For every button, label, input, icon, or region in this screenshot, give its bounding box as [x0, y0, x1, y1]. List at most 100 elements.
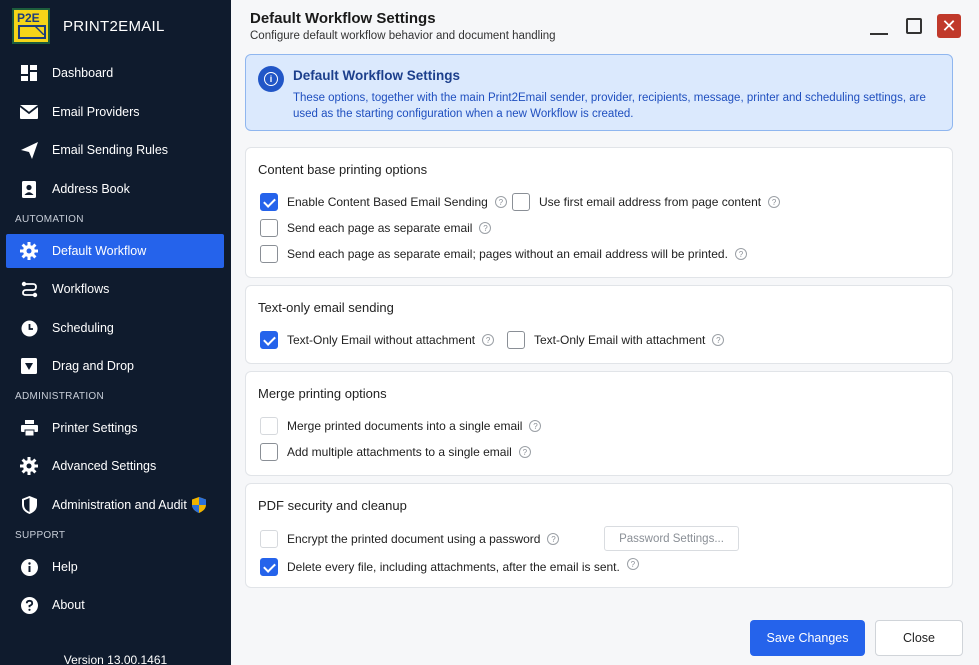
multiple-attachments-checkbox[interactable] — [260, 443, 278, 461]
option-label: Encrypt the printed document using a pas… — [287, 532, 541, 546]
help-icon[interactable]: ? — [479, 222, 492, 234]
maximize-button[interactable] — [902, 14, 926, 38]
info-banner-text: These options, together with the main Pr… — [293, 92, 926, 120]
page-subtitle: Configure default workflow behavior and … — [250, 30, 556, 42]
section-support: SUPPORT — [15, 530, 66, 541]
sidebar-item-label: Default Workflow — [52, 244, 147, 258]
sidebar-item-printer-settings[interactable]: Printer Settings — [6, 411, 224, 445]
delete-files-option[interactable]: Delete every file, including attachments… — [260, 558, 639, 576]
section-administration: ADMINISTRATION — [15, 391, 105, 402]
sidebar-item-help[interactable]: Help — [6, 550, 224, 584]
each-page-option[interactable]: Send each page as separate email ? — [260, 219, 492, 237]
minimize-icon — [870, 33, 888, 35]
option-label: Text-Only Email without attachment — [287, 333, 476, 347]
help-icon[interactable]: ? — [712, 334, 725, 346]
sidebar-item-label: Advanced Settings — [52, 459, 157, 473]
close-icon: ✕ — [941, 16, 957, 36]
maximize-icon — [906, 18, 922, 34]
sidebar-item-dashboard[interactable]: Dashboard — [6, 56, 224, 90]
sidebar-item-email-sending-rules[interactable]: Email Sending Rules — [6, 133, 224, 167]
page-title: Default Workflow Settings — [250, 10, 436, 27]
sidebar-item-email-providers[interactable]: Email Providers — [6, 95, 224, 129]
encrypt-checkbox[interactable] — [260, 530, 278, 548]
info-icon — [20, 558, 38, 576]
info-banner-title: Default Workflow Settings — [293, 68, 461, 83]
text-only-without-attachment-checkbox[interactable] — [260, 331, 278, 349]
card-title: Merge printing options — [258, 386, 387, 401]
each-page-checkbox[interactable] — [260, 219, 278, 237]
close-button[interactable]: Close — [875, 620, 963, 656]
each-page-print-checkbox[interactable] — [260, 245, 278, 263]
option-label: Merge printed documents into a single em… — [287, 419, 523, 433]
each-page-print-option[interactable]: Send each page as separate email; pages … — [260, 245, 747, 263]
content-printing-card: Content base printing options Enable Con… — [245, 147, 953, 278]
sidebar-item-label: Dashboard — [52, 66, 114, 80]
pdf-security-card: PDF security and cleanup Encrypt the pri… — [245, 483, 953, 588]
password-settings-button[interactable]: Password Settings... — [604, 526, 739, 551]
card-title: Content base printing options — [258, 162, 428, 177]
sidebar-item-label: Scheduling — [52, 321, 114, 335]
option-label: Enable Content Based Email Sending — [287, 195, 488, 209]
gear-icon — [20, 242, 38, 260]
text-only-with-attachment-option[interactable]: Text-Only Email with attachment ? — [507, 331, 725, 349]
question-icon — [20, 596, 38, 614]
sidebar-item-label: Printer Settings — [52, 421, 138, 435]
enable-content-option[interactable]: Enable Content Based Email Sending ? — [260, 193, 507, 211]
workflow-icon — [20, 280, 38, 298]
encrypt-option[interactable]: Encrypt the printed document using a pas… — [260, 530, 560, 548]
help-icon[interactable]: ? — [494, 196, 507, 208]
delete-files-checkbox[interactable] — [260, 558, 278, 576]
sidebar-item-drag-and-drop[interactable]: Drag and Drop — [6, 349, 224, 383]
option-label: Send each page as separate email — [287, 221, 473, 235]
printer-icon — [20, 419, 38, 437]
sidebar-item-workflows[interactable]: Workflows — [6, 272, 224, 306]
sidebar-item-label: Email Providers — [52, 105, 140, 119]
dashboard-icon — [20, 64, 38, 82]
section-automation: AUTOMATION — [15, 214, 84, 225]
info-icon: i — [258, 66, 284, 92]
help-icon[interactable]: ? — [547, 533, 560, 545]
merge-printing-card: Merge printing options Merge printed doc… — [245, 371, 953, 476]
contact-book-icon — [20, 180, 38, 198]
sidebar-item-label: About — [52, 598, 85, 612]
sidebar-item-label: Workflows — [52, 282, 110, 296]
sidebar-item-about[interactable]: About — [6, 588, 224, 622]
sidebar-item-label: Address Book — [52, 182, 130, 196]
help-icon[interactable]: ? — [626, 558, 639, 570]
clock-icon — [20, 319, 38, 337]
help-icon[interactable]: ? — [518, 446, 531, 458]
option-label: Use first email address from page conten… — [539, 195, 762, 209]
minimize-button[interactable] — [867, 14, 891, 38]
multiple-attachments-option[interactable]: Add multiple attachments to a single ema… — [260, 443, 531, 461]
info-banner: i Default Workflow Settings These option… — [245, 54, 953, 131]
merge-single-option[interactable]: Merge printed documents into a single em… — [260, 417, 542, 435]
option-label: Add multiple attachments to a single ema… — [287, 445, 512, 459]
envelope-logo-icon — [18, 25, 46, 39]
use-first-email-option[interactable]: Use first email address from page conten… — [512, 193, 781, 211]
shield-icon — [20, 496, 38, 514]
use-first-email-checkbox[interactable] — [512, 193, 530, 211]
enable-content-checkbox[interactable] — [260, 193, 278, 211]
paper-plane-icon — [20, 141, 38, 159]
save-changes-button[interactable]: Save Changes — [750, 620, 865, 656]
text-only-with-attachment-checkbox[interactable] — [507, 331, 525, 349]
sidebar-item-default-workflow[interactable]: Default Workflow — [6, 234, 224, 268]
help-icon[interactable]: ? — [734, 248, 747, 260]
merge-single-checkbox[interactable] — [260, 417, 278, 435]
card-title: Text-only email sending — [258, 300, 394, 315]
help-icon[interactable]: ? — [529, 420, 542, 432]
brand-name: PRINT2EMAIL — [63, 17, 165, 35]
brand: P2E PRINT2EMAIL — [12, 8, 165, 44]
help-icon[interactable]: ? — [482, 334, 495, 346]
help-icon[interactable]: ? — [768, 196, 781, 208]
sidebar-item-administration-and-audit[interactable]: Administration and Audit — [6, 488, 224, 522]
text-only-without-attachment-option[interactable]: Text-Only Email without attachment ? — [260, 331, 495, 349]
card-title: PDF security and cleanup — [258, 498, 407, 513]
sidebar-item-scheduling[interactable]: Scheduling — [6, 311, 224, 345]
sidebar-item-advanced-settings[interactable]: Advanced Settings — [6, 449, 224, 483]
gear-icon — [20, 457, 38, 475]
option-label: Delete every file, including attachments… — [287, 560, 620, 574]
main-panel: Default Workflow Settings Configure defa… — [231, 0, 979, 665]
sidebar-item-address-book[interactable]: Address Book — [6, 172, 224, 206]
close-window-button[interactable]: ✕ — [937, 14, 961, 38]
